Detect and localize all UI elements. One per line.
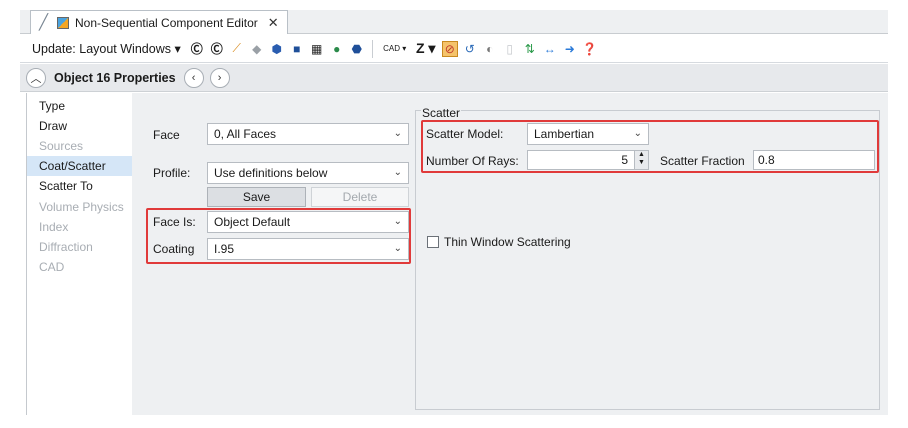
delete-button: Delete (311, 187, 409, 207)
thin-window-checkbox[interactable] (427, 236, 439, 248)
collapse-icon[interactable]: ︿ (26, 67, 46, 88)
loop-icon[interactable]: ↺ (462, 41, 478, 57)
arrow-right-icon[interactable]: ➜ (562, 41, 578, 57)
close-icon[interactable]: ✕ (268, 15, 279, 31)
nav-item-type[interactable]: Type (27, 96, 133, 116)
swap-icon[interactable]: ⇅ (522, 41, 538, 57)
profile-dropdown[interactable]: Use definitions below ⌄ (207, 162, 409, 184)
tab-strip: ╱ Non-Sequential Component Editor ✕ (20, 10, 888, 34)
toggle-icon[interactable]: ◐ (482, 41, 498, 57)
profile-value: Use definitions below (214, 166, 328, 180)
chevron-down-icon: ⌄ (393, 128, 402, 139)
ray-trace-clear-icon[interactable]: Ⓒ (209, 41, 225, 57)
expand-icon[interactable]: ↔ (542, 41, 558, 57)
toolbar-separator (371, 39, 373, 58)
scatter-settings-highlight (421, 120, 879, 173)
nav-item-draw[interactable]: Draw (27, 116, 133, 136)
chevron-down-icon: ⌄ (393, 167, 402, 178)
save-button[interactable]: Save (207, 187, 306, 207)
face-dropdown[interactable]: 0, All Faces ⌄ (207, 123, 409, 145)
property-category-list: Type Draw Sources Coat/Scatter Scatter T… (26, 93, 133, 415)
page-icon[interactable]: ▯ (502, 41, 518, 57)
shaded-model-icon[interactable]: ◆ (249, 41, 265, 57)
profile-label: Profile: (153, 166, 191, 180)
face-value: 0, All Faces (214, 127, 277, 141)
nav-item-cad: CAD (39, 260, 65, 274)
previous-object-button[interactable]: ‹ (183, 67, 204, 88)
ray-trace-icon[interactable]: Ⓒ (189, 41, 205, 57)
thin-window-label: Thin Window Scattering (444, 235, 571, 249)
properties-title: Object 16 Properties (54, 70, 176, 85)
nav-item-coat-scatter[interactable]: Coat/Scatter (27, 156, 133, 176)
next-object-button[interactable]: › (209, 67, 230, 88)
nav-item-diffraction: Diffraction (39, 240, 93, 254)
face-coating-highlight (146, 208, 411, 264)
properties-header: ︿ Object 16 Properties ‹ › (20, 64, 888, 92)
toolbar: Update: Layout Windows ▾ Ⓒ Ⓒ ⟋ ◆ ⬢ ■ ▦ ●… (20, 35, 888, 63)
editor-tab-title: Non-Sequential Component Editor (75, 15, 258, 30)
nav-item-volume-physics: Volume Physics (39, 200, 124, 214)
stop-icon[interactable]: ⊘ (441, 40, 458, 57)
cad-icon[interactable]: CAD ▾ (380, 41, 410, 57)
help-icon[interactable]: ❓ (582, 41, 598, 57)
editor-tab[interactable]: ╱ Non-Sequential Component Editor ✕ (30, 10, 288, 34)
z-dropdown-icon[interactable]: Z ▾ (414, 40, 438, 57)
hexagon-icon[interactable]: ⬣ (349, 41, 365, 57)
nav-item-sources: Sources (39, 139, 84, 153)
object-cube-icon[interactable]: ■ (289, 41, 305, 57)
face-label: Face (153, 128, 180, 142)
nav-item-scatter-to[interactable]: Scatter To (27, 176, 133, 196)
editor-app-icon (57, 16, 69, 29)
scatter-group-label: Scatter (421, 106, 462, 120)
nav-item-index: Index (39, 220, 69, 234)
group-icon[interactable]: ● (329, 41, 345, 57)
object-solid-icon[interactable]: ⬢ (269, 41, 285, 57)
tab-edge-icon: ╱ (39, 14, 49, 31)
update-dropdown[interactable]: Update: Layout Windows ▾ (32, 41, 181, 56)
coat-scatter-panel: Face 0, All Faces ⌄ Profile: Use definit… (132, 93, 888, 415)
layout-icon[interactable]: ⟋ (229, 41, 245, 57)
grid-icon[interactable]: ▦ (309, 41, 325, 57)
